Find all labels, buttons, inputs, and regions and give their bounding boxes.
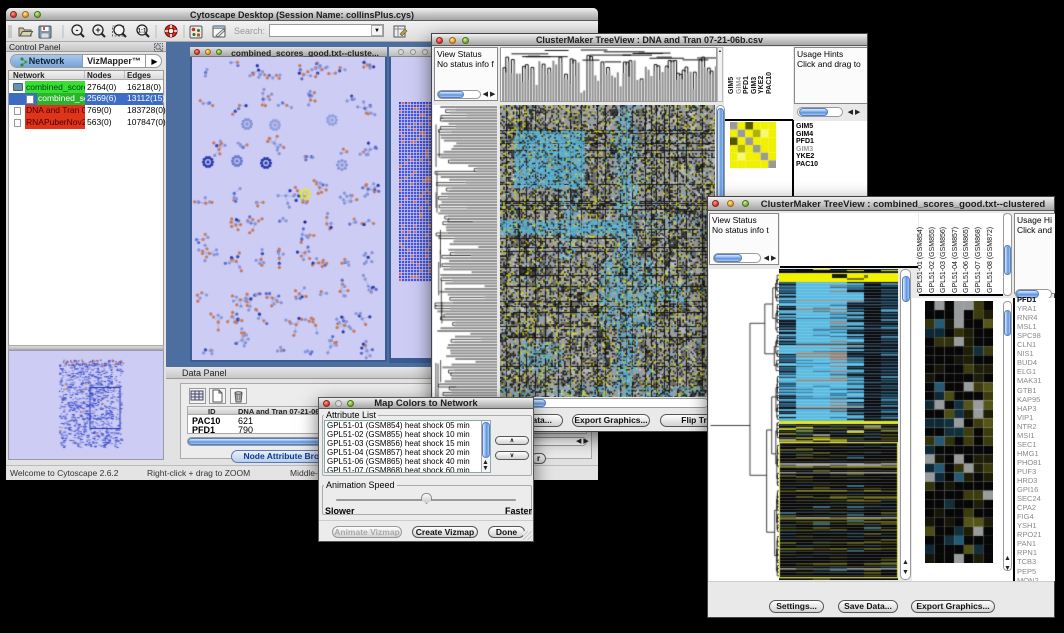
svg-text:+: + [95, 25, 100, 35]
svg-text:1:1: 1:1 [138, 29, 147, 35]
svg-text:-: - [76, 25, 79, 35]
